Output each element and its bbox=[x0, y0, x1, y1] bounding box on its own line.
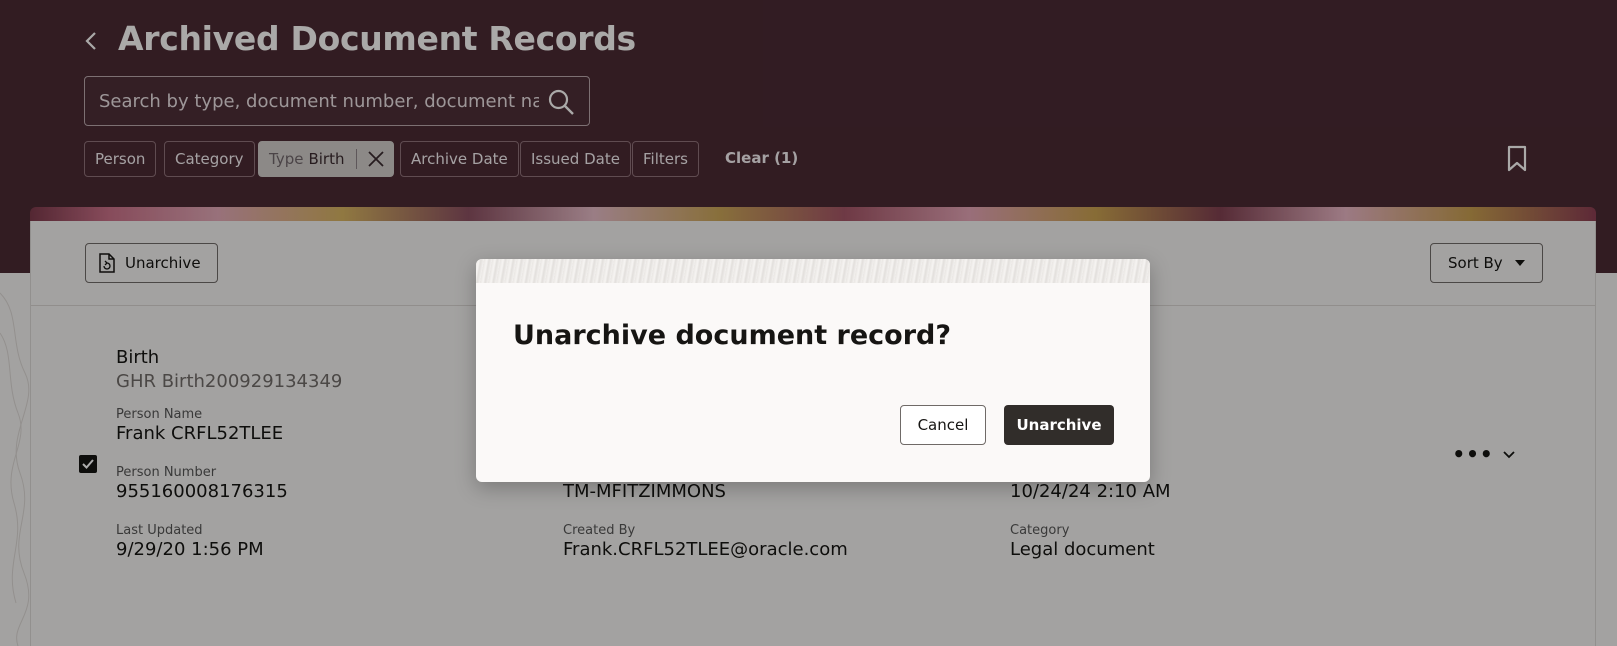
dialog-header-texture bbox=[476, 259, 1150, 283]
unarchive-dialog: Unarchive document record? Cancel Unarch… bbox=[476, 259, 1150, 482]
confirm-unarchive-button[interactable]: Unarchive bbox=[1004, 405, 1114, 445]
dialog-title: Unarchive document record? bbox=[513, 320, 952, 351]
cancel-button[interactable]: Cancel bbox=[900, 405, 986, 445]
